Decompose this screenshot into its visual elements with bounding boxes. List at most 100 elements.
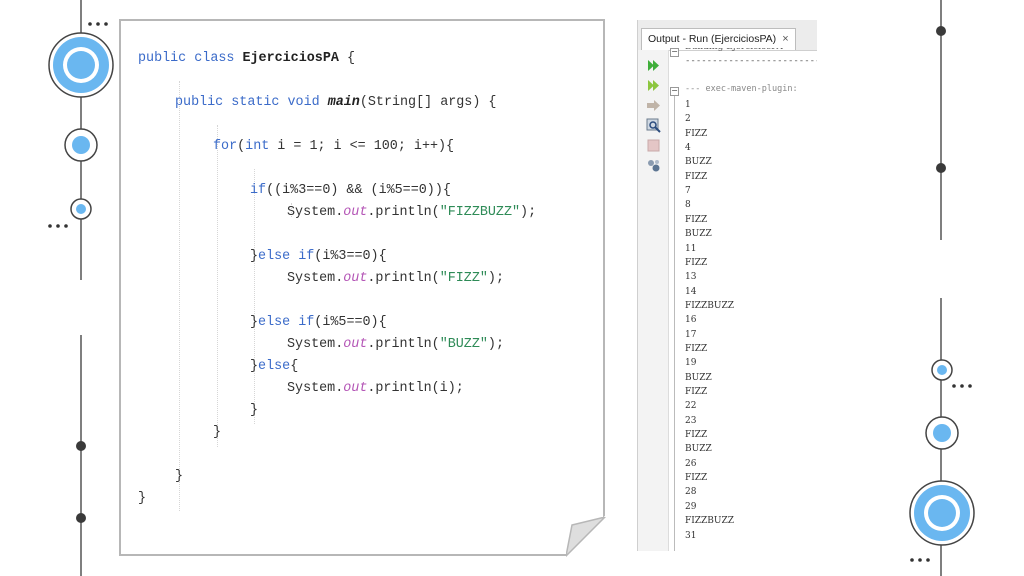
code-line-close-for: } [213, 425, 222, 440]
code-line-close-class: } [138, 491, 147, 506]
code-text: (i%5==0){ [314, 315, 387, 330]
keyword: else if [258, 315, 315, 330]
keyword: for [213, 139, 238, 154]
fold-toggle-icon[interactable]: − [670, 48, 679, 57]
indent-guide [217, 125, 218, 447]
field-name: out [343, 271, 368, 286]
left-dot-icon [76, 441, 86, 451]
right-dot-icon [936, 26, 946, 36]
indent-guide [179, 81, 180, 511]
code-text: System. [287, 381, 344, 396]
code-text: ); [487, 337, 504, 352]
right-large-ring-core [928, 499, 956, 527]
left-small-ring-core [76, 204, 86, 214]
left-large-ring-core [67, 51, 95, 79]
output-line: 23 [685, 415, 697, 426]
left-dot-icon [76, 513, 86, 523]
code-line-main-decl: public static void main(String[] args) { [175, 95, 496, 111]
rerun-icon[interactable] [646, 58, 661, 73]
output-line: FIZZ [685, 343, 708, 354]
code-line-class-decl: public class EjerciciosPA { [138, 51, 355, 67]
output-line: FIZZBUZZ [685, 300, 735, 311]
stop-arrow-icon[interactable] [646, 98, 661, 113]
keyword: else if [258, 249, 315, 264]
output-line: 4 [685, 143, 691, 154]
field-name: out [343, 381, 368, 396]
code-line-print-i: System.out.println(i); [287, 381, 464, 397]
left-medium-ring-core [72, 136, 90, 154]
output-line: FIZZ [685, 128, 708, 139]
code-line-print-fizzbuzz: System.out.println("FIZZBUZZ"); [287, 205, 536, 221]
output-line: 28 [685, 487, 697, 498]
output-line: FIZZ [685, 473, 708, 484]
output-line: 1 [685, 100, 691, 110]
right-dot-icon [936, 163, 946, 173]
output-line: 29 [685, 501, 697, 512]
output-settings-icon[interactable] [646, 158, 661, 173]
code-text: ); [487, 271, 504, 286]
output-line: 11 [685, 243, 697, 254]
output-line: BUZZ [685, 157, 712, 168]
output-line: FIZZ [685, 257, 708, 268]
output-line: 26 [685, 458, 697, 469]
output-line: 19 [685, 358, 697, 369]
code-text: .println( [367, 205, 440, 220]
output-line: FIZZ [685, 387, 708, 397]
code-line-else-if-fizz: }else if(i%3==0){ [250, 249, 387, 265]
code-text: (String[] args) { [359, 95, 497, 110]
output-line: BUZZ [685, 372, 712, 383]
code-line-print-fizz: System.out.println("FIZZ"); [287, 271, 504, 287]
code-line-if-fizzbuzz: if((i%3==0) && (i%5==0)){ [250, 183, 451, 199]
output-toolbar [638, 50, 669, 551]
rerun-with-options-icon[interactable] [646, 78, 661, 93]
code-text: i = 1; i <= 100; i++){ [269, 139, 455, 154]
field-name: out [343, 337, 368, 352]
code-line-close-if: } [250, 403, 259, 418]
output-line: 14 [685, 286, 697, 297]
code-line-for-loop: for(int i = 1; i <= 100; i++){ [213, 139, 454, 155]
page-curl-corner [566, 517, 606, 557]
code-text: .println( [367, 271, 440, 286]
code-editor-card: public class EjerciciosPA { public stati… [119, 19, 605, 556]
output-line: FIZZ [685, 171, 708, 182]
output-tab-bar: Output - Run (EjerciciosPA) × [638, 20, 817, 51]
output-line: 17 [685, 329, 697, 340]
code-text: System. [287, 271, 344, 286]
output-line: BUZZ [685, 229, 712, 240]
code-text: { [290, 359, 299, 374]
code-text: System. [287, 337, 344, 352]
output-line: FIZZ [685, 430, 708, 441]
class-name: EjerciciosPA [242, 51, 339, 66]
output-separator: ------------------------------------ [685, 56, 817, 66]
code-line-else-if-buzz: }else if(i%5==0){ [250, 315, 387, 331]
string-literal: "BUZZ" [439, 337, 488, 352]
method-name: main [327, 95, 360, 110]
code-text: } [250, 315, 259, 330]
output-line: 13 [685, 272, 697, 283]
close-icon[interactable]: × [782, 33, 788, 45]
keyword: int [245, 139, 270, 154]
code-line-else: }else{ [250, 359, 298, 375]
code-text: ( [237, 139, 246, 154]
indent-guide [254, 169, 255, 424]
code-text: (i%3==0){ [314, 249, 387, 264]
string-literal: "FIZZ" [439, 271, 488, 286]
output-line: 7 [685, 186, 691, 197]
output-line: FIZZBUZZ [685, 516, 735, 527]
output-line: 8 [685, 200, 691, 211]
right-medium-ring-core [933, 424, 951, 442]
fold-toggle-icon[interactable]: − [670, 87, 679, 96]
settings-inspect-icon[interactable] [646, 118, 661, 133]
code-text: .println(i); [367, 381, 464, 396]
code-text: } [250, 359, 259, 374]
fold-guide-line [674, 96, 675, 551]
tab-output-run[interactable]: Output - Run (EjerciciosPA) × [641, 28, 796, 50]
code-text: .println( [367, 337, 440, 352]
output-line: 2 [685, 114, 691, 125]
code-text: { [338, 51, 355, 66]
output-line: 31 [685, 530, 697, 541]
output-line: 22 [685, 401, 697, 412]
stop-icon[interactable] [646, 138, 661, 153]
keyword: if [250, 183, 267, 198]
output-panel: Output - Run (EjerciciosPA)× − − Buildin… [637, 20, 817, 551]
